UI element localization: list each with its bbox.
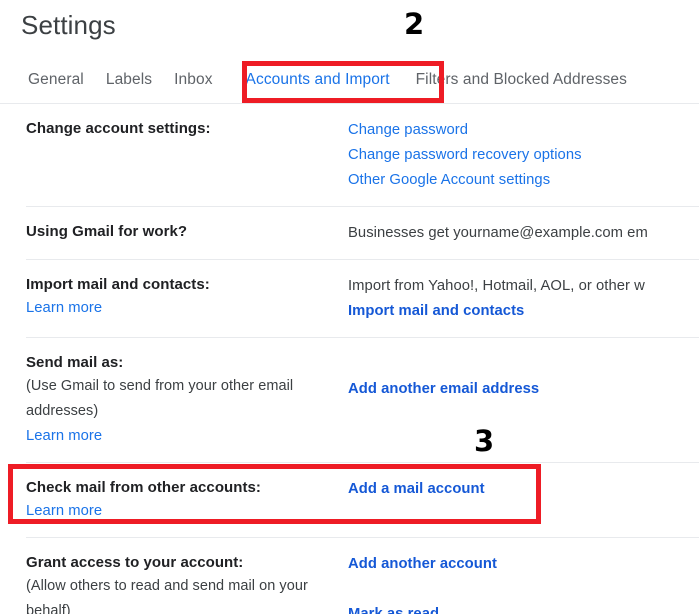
send-mail-as-learn-more-link[interactable]: Learn more	[26, 424, 338, 449]
send-mail-as-label: Send mail as:	[26, 354, 124, 371]
tab-labels[interactable]: Labels	[106, 62, 152, 102]
tab-accounts-and-import[interactable]: Accounts and Import	[245, 62, 390, 102]
using-gmail-for-work-label: Using Gmail for work?	[26, 223, 188, 240]
change-password-link[interactable]: Change password	[348, 118, 699, 143]
row-value: Add another account Mark as read	[348, 552, 699, 614]
row-check-mail-from-other-accounts: Check mail from other accounts: Learn mo…	[26, 462, 699, 537]
row-label: Send mail as: (Use Gmail to send from yo…	[26, 352, 348, 449]
using-gmail-for-work-value: Businesses get yourname@example.com em	[348, 225, 648, 241]
row-import-mail-and-contacts: Import mail and contacts: Learn more Imp…	[26, 259, 699, 337]
value-spacer	[348, 352, 699, 377]
tab-inbox[interactable]: Inbox	[174, 62, 212, 102]
check-mail-learn-more-link[interactable]: Learn more	[26, 499, 338, 524]
send-mail-as-description: (Use Gmail to send from your other email…	[26, 378, 294, 419]
check-mail-from-other-accounts-label: Check mail from other accounts:	[26, 479, 261, 496]
row-label: Change account settings:	[26, 118, 348, 140]
tab-general[interactable]: General	[28, 62, 84, 102]
annotation-number-3: 3	[474, 424, 495, 458]
value-spacer	[348, 577, 699, 602]
row-grant-access-to-your-account: Grant access to your account: (Allow oth…	[26, 537, 699, 614]
row-change-account-settings: Change account settings: Change password…	[26, 104, 699, 206]
row-value: Import from Yahoo!, Hotmail, AOL, or oth…	[348, 274, 699, 324]
row-value: Add another email address	[348, 352, 699, 402]
import-mail-description: Import from Yahoo!, Hotmail, AOL, or oth…	[348, 278, 645, 294]
other-google-account-settings-link[interactable]: Other Google Account settings	[348, 168, 699, 193]
row-label: Using Gmail for work?	[26, 221, 348, 243]
import-mail-learn-more-link[interactable]: Learn more	[26, 296, 338, 321]
import-mail-and-contacts-action[interactable]: Import mail and contacts	[348, 299, 699, 324]
change-account-settings-label: Change account settings:	[26, 120, 211, 137]
row-value: Add a mail account	[348, 477, 699, 502]
change-password-recovery-options-link[interactable]: Change password recovery options	[348, 143, 699, 168]
row-using-gmail-for-work: Using Gmail for work? Businesses get you…	[26, 206, 699, 259]
row-value: Businesses get yourname@example.com em	[348, 221, 699, 246]
grant-access-description: (Allow others to read and send mail on y…	[26, 578, 308, 614]
mark-as-read-option[interactable]: Mark as read	[348, 602, 699, 614]
row-value: Change password Change password recovery…	[348, 118, 699, 193]
settings-page: Settings General Labels Inbox Accounts and …	[0, 0, 699, 614]
row-send-mail-as: Send mail as: (Use Gmail to send from yo…	[26, 337, 699, 462]
row-label: Check mail from other accounts: Learn mo…	[26, 477, 348, 524]
tab-filters-and-blocked-addresses[interactable]: Filters and Blocked Addresses	[416, 62, 627, 102]
settings-rows: Change account settings: Change password…	[0, 104, 699, 614]
add-another-email-address-link[interactable]: Add another email address	[348, 377, 699, 402]
import-mail-and-contacts-label: Import mail and contacts:	[26, 276, 210, 293]
add-another-account-link[interactable]: Add another account	[348, 552, 699, 577]
grant-access-label: Grant access to your account:	[26, 554, 244, 571]
settings-tab-bar: General Labels Inbox Accounts and Import Fil…	[0, 62, 699, 104]
annotation-number-2: 2	[404, 7, 425, 41]
add-a-mail-account-link[interactable]: Add a mail account	[348, 477, 699, 502]
row-label: Import mail and contacts: Learn more	[26, 274, 348, 321]
page-title: Settings	[21, 10, 116, 40]
row-label: Grant access to your account: (Allow oth…	[26, 552, 348, 614]
